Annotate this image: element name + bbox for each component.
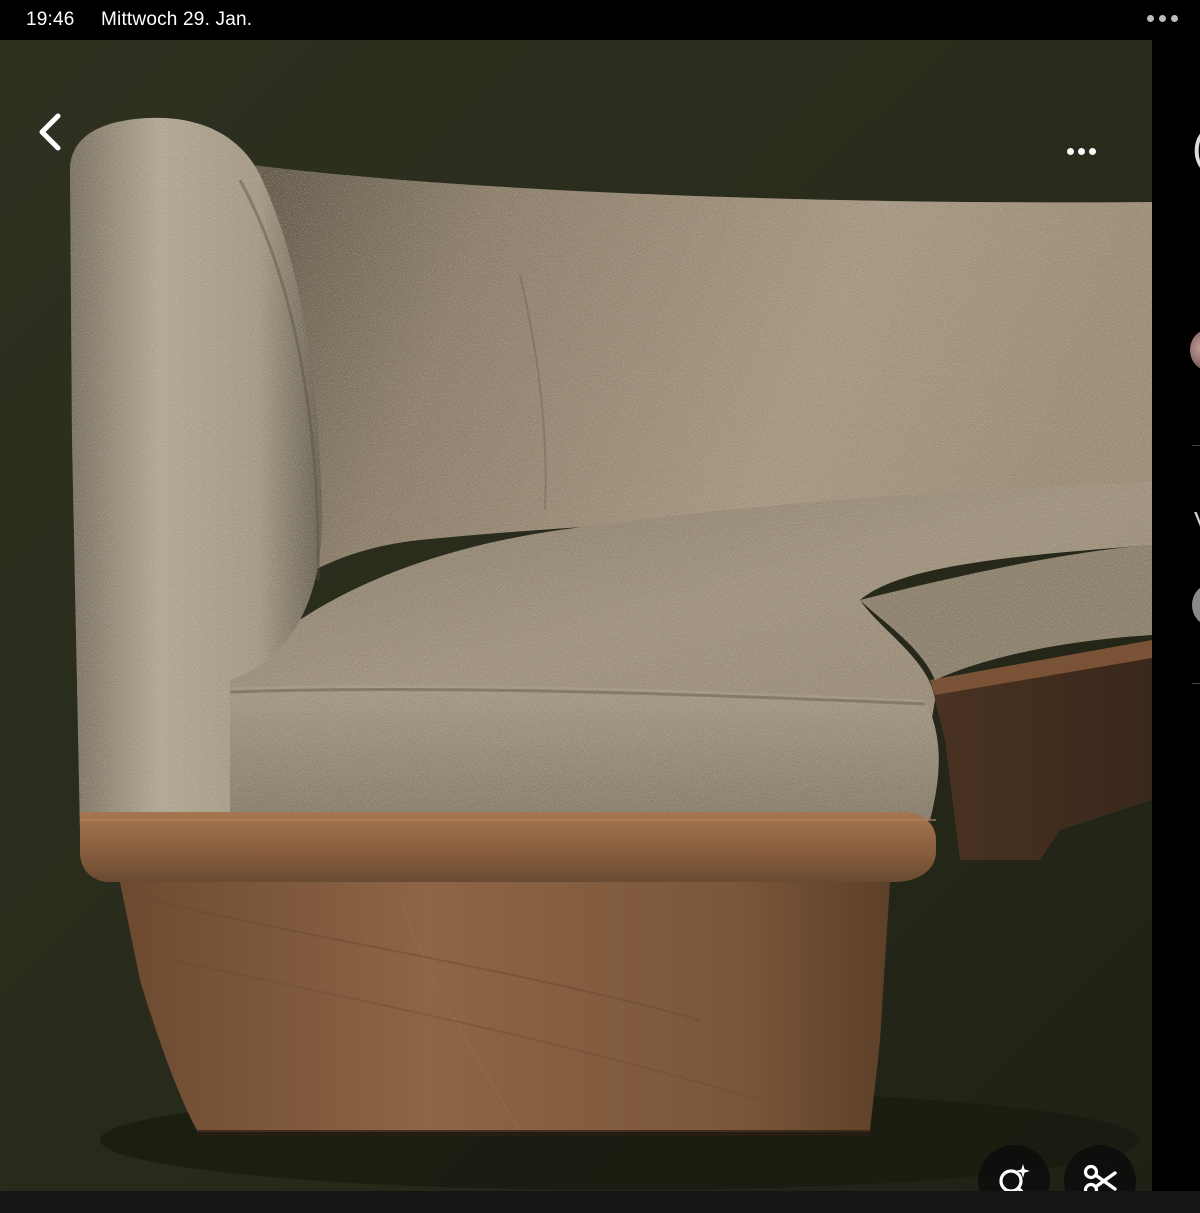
sofa-photo <box>0 40 1152 1191</box>
status-time: 19:46 <box>26 9 75 30</box>
screen: 19:46 Mittwoch 29. Jan. <box>0 0 1200 1213</box>
search-sparkle-icon <box>999 1164 1030 1191</box>
side-panel: ( V <box>1152 40 1200 1191</box>
more-dots-icon <box>1066 147 1074 155</box>
photo-viewer[interactable] <box>0 40 1152 1191</box>
more-options-button[interactable] <box>1056 136 1106 166</box>
status-date: Mittwoch 29. Jan. <box>101 9 253 30</box>
panel-clipped-text: ( <box>1192 126 1200 170</box>
wood-rail <box>80 812 936 882</box>
bottom-bar <box>0 1191 1200 1213</box>
status-bar: 19:46 Mittwoch 29. Jan. <box>0 0 1200 40</box>
chevron-left-icon <box>39 113 61 151</box>
multitasking-dots-icon[interactable] <box>1147 15 1178 22</box>
scissors-icon <box>1083 1164 1117 1191</box>
avatar[interactable] <box>1190 330 1200 370</box>
back-button[interactable] <box>30 110 70 154</box>
panel-button[interactable] <box>1192 585 1200 625</box>
divider <box>1192 683 1200 684</box>
divider <box>1192 445 1200 446</box>
panel-clipped-text: V <box>1194 508 1200 534</box>
